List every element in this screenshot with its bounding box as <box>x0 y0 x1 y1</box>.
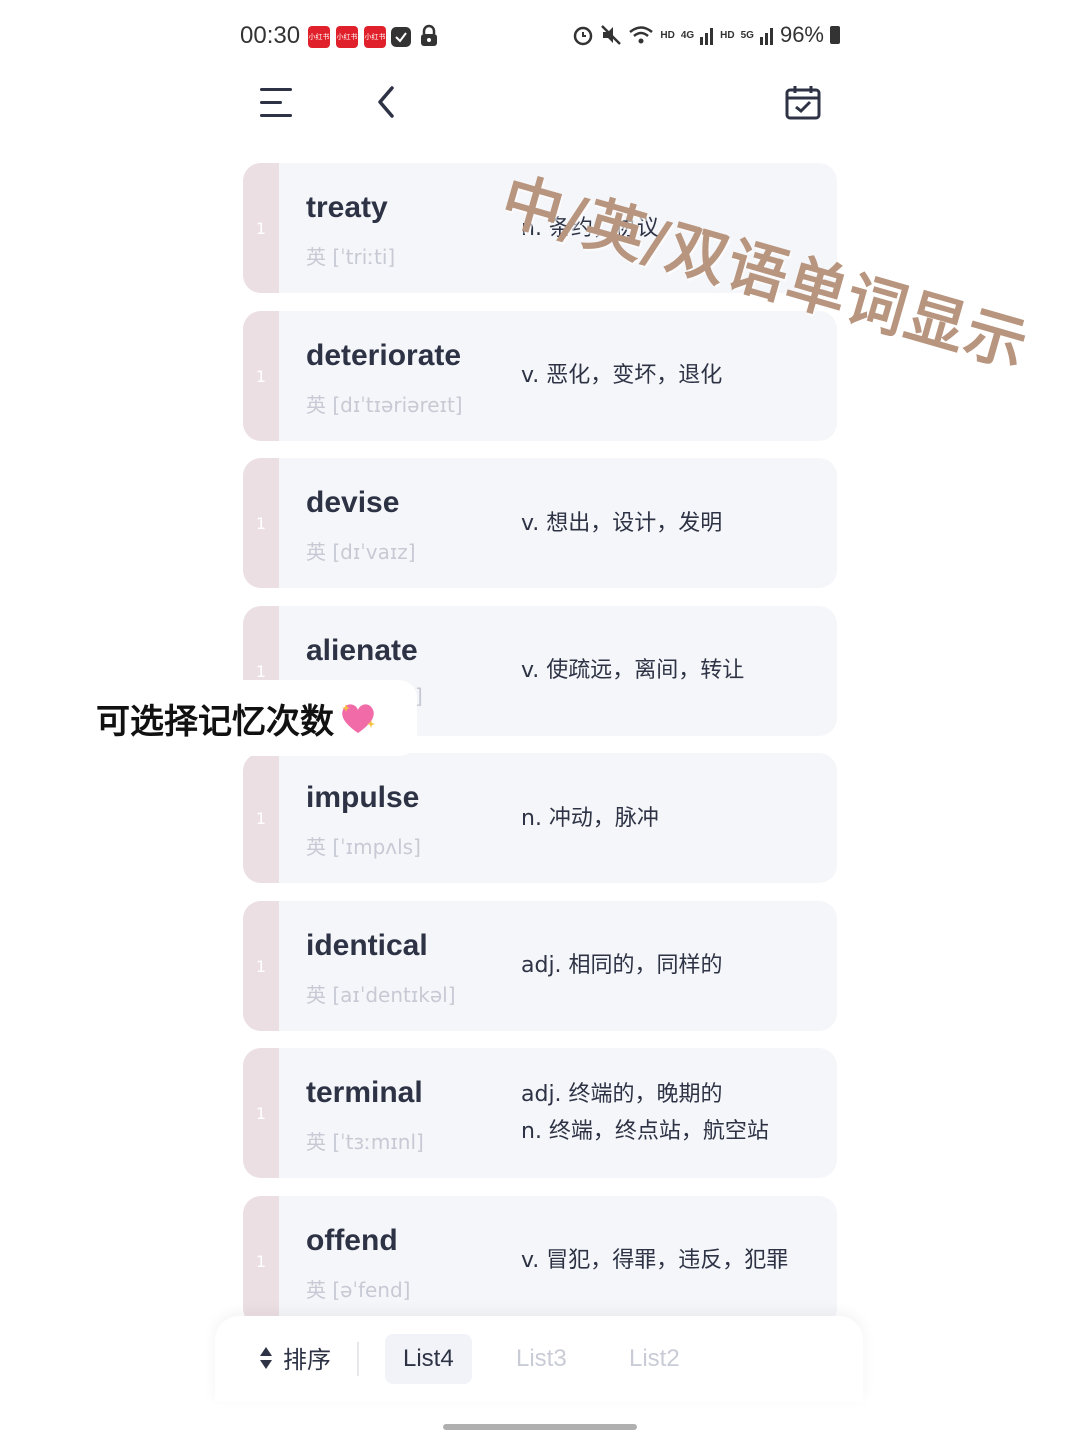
word-meaning: adj. 终端的，晚期的 n. 终端，终点站，航空站 <box>521 1048 827 1178</box>
signal-icon <box>759 28 773 45</box>
overlay-caption: 可选择记忆次数 <box>82 680 417 756</box>
meaning-line: adj. 相同的，同样的 <box>521 953 723 978</box>
status-right: HD 4G HD 5G 96% <box>572 22 840 48</box>
meaning-line: v. 使疏远，离间，转让 <box>521 658 745 683</box>
battery-icon <box>830 26 840 44</box>
battery-percent: 96% <box>779 22 824 47</box>
memory-count: 1 <box>255 366 267 386</box>
mute-icon <box>601 25 622 45</box>
tab-list4[interactable]: List4 <box>385 1334 472 1384</box>
word-phonetic: 英 [ˈtɜːmɪnl] <box>306 1130 424 1154</box>
notification-icon: 小红书 <box>364 26 386 48</box>
network-label: HD <box>660 29 675 41</box>
word-meaning: v. 冒犯，得罪，违反，犯罪 <box>521 1196 827 1326</box>
word-phonetic: 英 [ˈɪmpʌls] <box>306 835 421 859</box>
word-text: terminal <box>306 1076 423 1109</box>
memory-count: 1 <box>255 514 267 533</box>
word-phonetic: 英 [aɪˈdentɪkəl] <box>306 982 456 1007</box>
word-card[interactable]: 1 deteriorate 英 [dɪˈtɪəriəreɪt] v. 恶化，变坏… <box>243 310 837 441</box>
word-meaning: v. 想出，设计，发明 <box>521 458 827 588</box>
network-label: 5G <box>740 29 754 41</box>
memory-count: 1 <box>255 956 267 976</box>
word-meaning: n. 冲动，脉冲 <box>521 753 827 883</box>
word-text: offend <box>306 1223 398 1257</box>
meaning-line: v. 想出，设计，发明 <box>521 510 723 536</box>
sort-icon <box>260 1346 272 1369</box>
status-time: 00:30 <box>240 22 301 49</box>
memory-count: 1 <box>255 219 267 238</box>
meaning-line: n. 冲动，脉冲 <box>521 805 659 831</box>
word-text: impulse <box>306 781 420 814</box>
memory-count: 1 <box>255 661 267 681</box>
word-meaning: v. 使疏远，离间，转让 <box>521 606 827 736</box>
calendar-icon[interactable] <box>784 84 822 122</box>
meaning-line: v. 冒犯，得罪，违反，犯罪 <box>521 1248 789 1273</box>
memory-count: 1 <box>255 1104 267 1123</box>
menu-icon[interactable] <box>258 86 294 120</box>
word-card[interactable]: 1 terminal 英 [ˈtɜːmɪnl] adj. 终端的，晚期的 n. … <box>243 1048 837 1178</box>
status-bar: 00:30 小红书 小红书 小红书 HD 4G HD 5G 96% <box>240 18 840 56</box>
caption-text: 可选择记忆次数 <box>96 701 334 742</box>
tab-list2[interactable]: List2 <box>611 1334 698 1384</box>
word-phonetic: 英 [dɪˈvaɪz] <box>306 540 416 564</box>
chevron-left-icon[interactable] <box>368 82 408 122</box>
word-text: identical <box>306 928 428 962</box>
tab-list3[interactable]: List3 <box>498 1334 585 1384</box>
memory-count: 1 <box>255 809 267 828</box>
word-phonetic: 英 [ˈtriːti] <box>306 245 396 269</box>
network-label: HD <box>720 29 735 41</box>
meaning-line: v. 恶化，变坏，退化 <box>521 363 723 388</box>
word-text: deteriorate <box>306 338 462 372</box>
lock-icon <box>421 24 437 46</box>
word-meaning: adj. 相同的，同样的 <box>521 901 827 1031</box>
word-text: alienate <box>306 633 418 667</box>
word-card[interactable]: 1 identical 英 [aɪˈdentɪkəl] adj. 相同的，同样的 <box>243 900 837 1031</box>
memory-count: 1 <box>255 1251 267 1271</box>
notification-icon: 小红书 <box>308 26 330 48</box>
word-card[interactable]: 1 offend 英 [əˈfend] v. 冒犯，得罪，违反，犯罪 <box>243 1195 837 1326</box>
sort-button[interactable]: 排序 <box>259 1340 331 1375</box>
alarm-icon <box>574 26 593 46</box>
meaning-line: n. 终端，终点站，航空站 <box>521 1119 769 1144</box>
word-phonetic: 英 [əˈfend] <box>306 1277 411 1302</box>
bottom-bar: 排序 List4 List3 List2 <box>215 1316 863 1402</box>
notification-icon: 小红书 <box>336 26 358 48</box>
sort-label: 排序 <box>283 1346 331 1374</box>
word-card[interactable]: 1 impulse 英 [ˈɪmpʌls] n. 冲动，脉冲 <box>243 753 837 883</box>
sparkling-heart-icon <box>342 704 375 733</box>
home-indicator[interactable] <box>443 1424 637 1430</box>
word-meaning: v. 恶化，变坏，退化 <box>521 311 827 441</box>
signal-icon <box>700 28 714 45</box>
word-phonetic: 英 [dɪˈtɪəriəreɪt] <box>306 392 463 417</box>
shield-check-icon <box>391 27 411 47</box>
network-label: 4G <box>680 29 695 41</box>
wifi-icon <box>629 26 654 44</box>
word-text: treaty <box>306 191 388 224</box>
meaning-line: adj. 终端的，晚期的 <box>521 1082 723 1107</box>
divider <box>357 1342 359 1376</box>
word-card[interactable]: 1 devise 英 [dɪˈvaɪz] v. 想出，设计，发明 <box>243 458 837 588</box>
word-text: devise <box>306 486 400 519</box>
